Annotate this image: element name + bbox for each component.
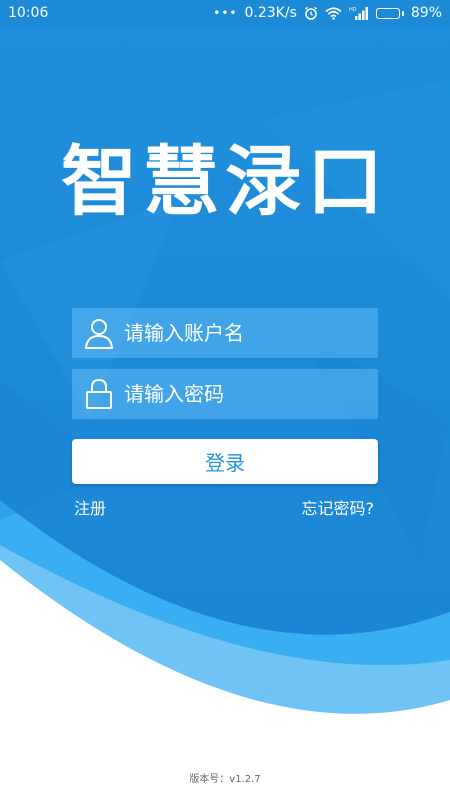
alarm-icon (304, 6, 318, 20)
password-field[interactable] (72, 369, 378, 419)
password-input[interactable] (124, 382, 364, 406)
battery-icon (375, 7, 404, 19)
app-title: 智慧渌口 (61, 137, 389, 226)
network-speed: 0.23K/s (244, 5, 297, 21)
username-input[interactable] (124, 321, 364, 345)
wifi-icon (325, 6, 342, 20)
forgot-password-link[interactable]: 忘记密码? (302, 498, 375, 520)
login-button[interactable]: 登录 (72, 439, 378, 484)
login-content: 智慧渌口 登录 注册 忘记密码? 版本号：v1.2.7 (0, 0, 450, 800)
username-field[interactable] (72, 308, 378, 358)
login-screen: 10:06 ••• 0.23K/s HD 89% 智慧渌口 请输入账户名 登录 … (0, 0, 450, 800)
svg-text:HD: HD (349, 7, 357, 13)
lock-icon (84, 378, 114, 410)
register-link[interactable]: 注册 (74, 498, 106, 520)
user-icon (84, 317, 114, 349)
status-bar: 10:06 ••• 0.23K/s HD 89% (0, 0, 450, 26)
status-time: 10:06 (8, 5, 49, 21)
battery-percent: 89% (410, 5, 442, 21)
more-dots: ••• (213, 6, 238, 20)
version-label: 版本号：v1.2.7 (189, 774, 261, 785)
hd-signal-icon: HD (349, 6, 369, 20)
status-icons: ••• 0.23K/s HD 89% (213, 5, 442, 21)
